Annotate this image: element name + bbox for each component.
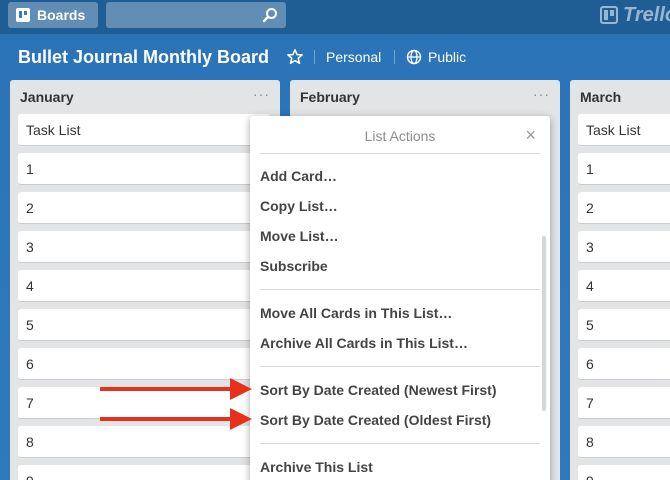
list-actions-popover: List Actions × Add Card… Copy List… Move… <box>250 116 550 480</box>
trello-logo-icon <box>600 6 618 24</box>
card[interactable]: Task List <box>18 114 270 146</box>
card[interactable]: 7 <box>578 387 670 419</box>
popover-divider <box>260 366 540 367</box>
card[interactable]: Task List <box>578 114 670 146</box>
header-divider <box>394 50 395 64</box>
top-bar: Boards Trello <box>0 0 670 34</box>
card[interactable]: 9 <box>578 465 670 480</box>
card[interactable]: 9 <box>18 465 270 480</box>
add-card-action[interactable]: Add Card… <box>260 168 337 184</box>
trello-logo-text: Trello <box>623 3 670 26</box>
move-all-cards-action[interactable]: Move All Cards in This List… <box>260 305 452 321</box>
popover-divider <box>260 443 540 444</box>
list-title[interactable]: March <box>580 89 621 105</box>
popover-divider <box>260 153 540 154</box>
card[interactable]: 6 <box>18 348 270 380</box>
card[interactable]: 3 <box>18 231 270 263</box>
card[interactable]: 5 <box>578 309 670 341</box>
list-march: March ··· Task List 1 2 3 4 5 6 7 8 9 <box>570 80 670 480</box>
list-menu-button[interactable]: ··· <box>533 86 550 102</box>
header-divider <box>314 50 315 64</box>
list-title[interactable]: January <box>20 89 74 105</box>
access-visibility-label[interactable]: Public <box>428 49 466 65</box>
board-title[interactable]: Bullet Journal Monthly Board <box>18 47 269 68</box>
trello-board-screen: Boards Trello Bullet Journal Monthly Boa… <box>0 0 670 480</box>
star-icon[interactable] <box>286 48 304 66</box>
board-header: Bullet Journal Monthly Board Personal Pu… <box>0 34 670 80</box>
close-icon[interactable]: × <box>525 126 536 144</box>
card[interactable]: 4 <box>578 270 670 302</box>
card[interactable]: 8 <box>18 426 270 458</box>
card[interactable]: 5 <box>18 309 270 341</box>
team-visibility-label[interactable]: Personal <box>326 49 381 65</box>
card[interactable]: 1 <box>578 153 670 185</box>
archive-list-action[interactable]: Archive This List <box>260 459 373 475</box>
card[interactable]: 3 <box>578 231 670 263</box>
archive-all-cards-action[interactable]: Archive All Cards in This List… <box>260 335 468 351</box>
popover-title: List Actions <box>364 128 436 144</box>
search-input[interactable] <box>106 2 286 28</box>
popover-divider <box>260 289 540 290</box>
card[interactable]: 1 <box>18 153 270 185</box>
card[interactable]: 6 <box>578 348 670 380</box>
subscribe-action[interactable]: Subscribe <box>260 258 328 274</box>
boards-label: Boards <box>37 7 86 23</box>
copy-list-action[interactable]: Copy List… <box>260 198 338 214</box>
globe-icon[interactable] <box>406 49 422 65</box>
sort-oldest-first-action[interactable]: Sort By Date Created (Oldest First) <box>260 412 491 428</box>
popover-scrollbar[interactable] <box>542 236 546 411</box>
annotation-arrow-newest <box>100 378 252 400</box>
sort-newest-first-action[interactable]: Sort By Date Created (Newest First) <box>260 382 497 398</box>
card[interactable]: 2 <box>18 192 270 224</box>
move-list-action[interactable]: Move List… <box>260 228 339 244</box>
card[interactable]: 4 <box>18 270 270 302</box>
boards-button[interactable]: Boards <box>8 2 98 28</box>
annotation-arrow-oldest <box>100 408 252 430</box>
trello-logo[interactable]: Trello <box>600 3 670 27</box>
boards-icon <box>16 8 30 22</box>
list-menu-button[interactable]: ··· <box>253 86 270 102</box>
list-title[interactable]: February <box>300 89 360 105</box>
search-icon[interactable] <box>262 7 278 23</box>
card[interactable]: 2 <box>578 192 670 224</box>
card[interactable]: 8 <box>578 426 670 458</box>
